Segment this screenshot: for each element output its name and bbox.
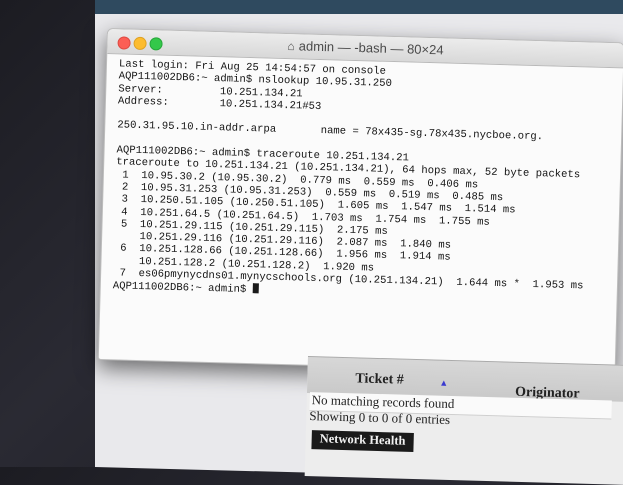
table-entries-info: Showing 0 to 0 of 0 entries xyxy=(309,408,451,427)
terminal-window[interactable]: ⌂ admin — -bash — 80×24 Last login: Fri A… xyxy=(97,28,623,375)
terminal-prompt: AQP111002DB6:~ admin$ xyxy=(112,280,253,297)
browser-page-header-bar xyxy=(95,0,623,14)
column-header-ticket[interactable]: Ticket # xyxy=(355,371,404,388)
home-icon: ⌂ xyxy=(287,39,295,54)
network-health-heading: Network Health xyxy=(311,430,414,452)
terminal-output[interactable]: Last login: Fri Aug 25 14:54:57 on conso… xyxy=(101,54,623,307)
ticket-panel: Ticket # ▲ Originator No matching record… xyxy=(304,356,623,485)
terminal-cursor xyxy=(252,283,259,294)
terminal-title-text: admin — -bash — 80×24 xyxy=(298,38,444,58)
sort-ascending-icon[interactable]: ▲ xyxy=(439,378,448,388)
